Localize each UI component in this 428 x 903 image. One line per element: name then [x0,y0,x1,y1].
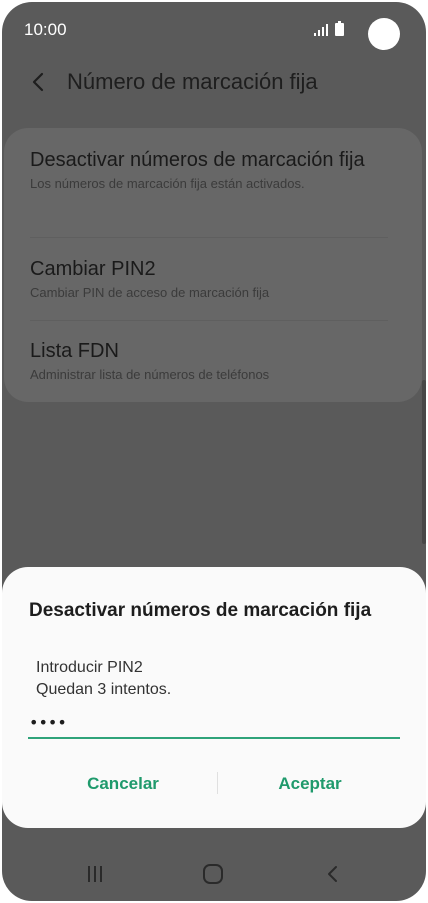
dialog-title: Desactivar números de marcación fija [29,600,372,621]
pin2-input[interactable] [28,707,400,739]
setting-item-subtitle: Administrar lista de números de teléfono… [30,367,270,382]
accept-button[interactable]: Aceptar [250,767,370,801]
pin2-dialog: Desactivar números de marcación fija Int… [2,567,426,828]
page-title: Número de marcación fija [67,69,318,94]
divider [30,320,388,321]
button-divider [217,772,218,794]
app-bar: Número de marcación fija [2,58,426,108]
status-bar: 10:00 [2,2,426,58]
scrollbar[interactable] [422,380,426,544]
setting-item-change-pin2[interactable]: Cambiar PIN2 Cambiar PIN de acceso de ma… [30,257,390,300]
setting-item-title: Lista FDN [30,340,119,362]
home-icon[interactable] [202,863,224,885]
status-time: 10:00 [24,20,67,39]
battery-icon [335,21,344,36]
setting-item-subtitle: Cambiar PIN de acceso de marcación fija [30,285,270,300]
setting-item-fdn-list[interactable]: Lista FDN Administrar lista de números d… [30,339,390,382]
screen: 10:00 Número de marcación fija Desactiva… [2,2,426,901]
setting-item-title: Desactivar números de marcación fija [30,149,365,171]
dialog-message-attempts: Quedan 3 intentos. [36,681,172,698]
phone-frame: 10:00 Número de marcación fija Desactiva… [0,0,428,903]
navigation-bar [2,848,426,901]
settings-card: Desactivar números de marcación fija Los… [4,128,422,402]
cancel-button[interactable]: Cancelar [62,767,184,801]
recents-icon[interactable] [86,865,104,883]
divider [30,237,388,238]
dialog-message-prompt: Introducir PIN2 [36,659,143,676]
setting-item-subtitle: Los números de marcación fija están acti… [30,176,305,191]
setting-item-disable-fdn[interactable]: Desactivar números de marcación fija Los… [30,148,390,191]
camera-icon [368,18,400,50]
back-icon[interactable] [29,70,49,94]
back-icon[interactable] [326,864,340,884]
setting-item-title: Cambiar PIN2 [30,258,156,280]
signal-icon [314,24,328,36]
dialog-message: Introducir PIN2 Quedan 3 intentos. [36,657,171,701]
